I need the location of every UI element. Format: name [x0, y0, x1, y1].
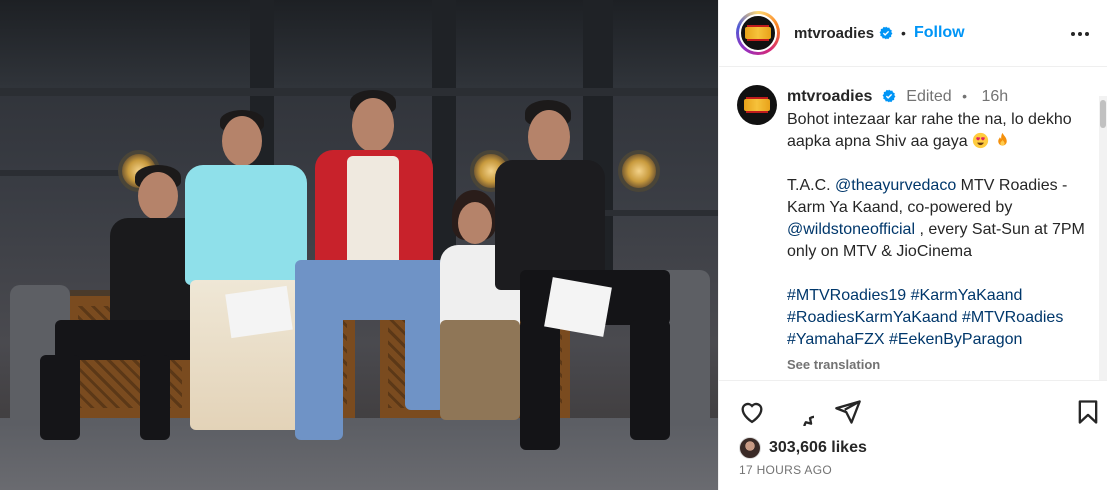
comments-scroll-area[interactable]: mtvroadies Edited • 16h Bohot intezaar k… [719, 68, 1107, 380]
roadies-logo-icon [745, 27, 771, 39]
caption-avatar[interactable] [737, 85, 777, 125]
person-5 [490, 100, 690, 460]
hashtag[interactable]: #RoadiesKarmYaKaand [787, 309, 957, 326]
heart-icon[interactable] [738, 398, 766, 426]
post-timestamp[interactable]: 17 HOURS AGO [739, 463, 832, 477]
comment-icon[interactable] [786, 398, 814, 426]
hashtag[interactable]: #EekenByParagon [889, 331, 1022, 348]
liker-avatar[interactable] [739, 437, 761, 459]
post-header: mtvroadies • Follow [719, 0, 1107, 67]
more-options-icon[interactable] [1068, 22, 1092, 46]
hashtag[interactable]: #MTVRoadies [962, 309, 1063, 326]
script-paper [544, 277, 612, 337]
hashtag[interactable]: #YamahaFZX [787, 331, 885, 348]
tac-prefix: T.A.C. [787, 177, 836, 194]
post-time[interactable]: 16h [981, 88, 1008, 105]
story-ring[interactable] [736, 11, 780, 55]
header-username[interactable]: mtvroadies [794, 25, 874, 42]
caption-username[interactable]: mtvroadies [787, 88, 872, 105]
bookmark-icon[interactable] [1074, 398, 1102, 426]
edited-label: Edited [906, 88, 952, 105]
scrollbar-thumb[interactable] [1100, 100, 1106, 128]
caption-text: Bohot intezaar kar rahe the na, lo dekho… [787, 109, 1087, 351]
scrollbar[interactable] [1099, 96, 1107, 380]
verified-badge-icon [882, 89, 896, 103]
share-icon[interactable] [834, 398, 862, 426]
verified-badge-icon [879, 26, 893, 40]
post-image[interactable] [0, 0, 718, 490]
separator-dot: • [901, 25, 906, 41]
fire-emoji-icon [997, 132, 1007, 146]
hashtag[interactable]: #KarmYaKaand [911, 287, 1023, 304]
script-paper [225, 285, 293, 339]
post-details-panel: mtvroadies • Follow mtvroadies Edited • … [718, 0, 1107, 490]
mention-theayurvedaco[interactable]: @theayurvedaco [835, 177, 956, 194]
see-translation-link[interactable]: See translation [787, 357, 1097, 372]
post-actions: 303,606 likes 17 HOURS AGO [719, 380, 1107, 490]
mention-wildstoneofficial[interactable]: @wildstoneofficial [787, 221, 915, 238]
likes-count[interactable]: 303,606 likes [769, 439, 867, 457]
roadies-logo-icon [744, 99, 770, 111]
person-2 [180, 110, 310, 450]
separator-dot: • [962, 88, 968, 104]
hashtag[interactable]: #MTVRoadies19 [787, 287, 906, 304]
follow-button[interactable]: Follow [914, 24, 965, 42]
heart-eyes-emoji-icon [972, 132, 989, 149]
caption-line: Bohot intezaar kar rahe the na, lo dekho… [787, 111, 1072, 150]
profile-avatar[interactable] [739, 14, 777, 52]
